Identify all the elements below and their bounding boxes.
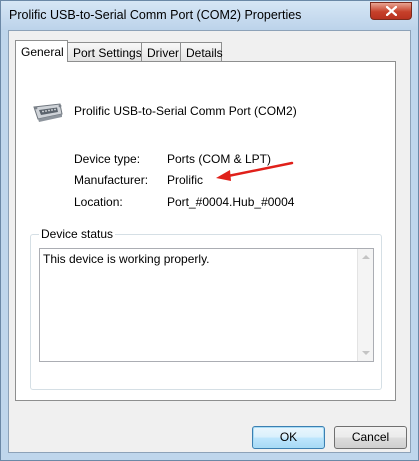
- device-type-label: Device type:: [74, 152, 141, 166]
- manufacturer-value: Prolific: [167, 173, 204, 187]
- tab-port-settings[interactable]: Port Settings: [67, 42, 142, 61]
- serial-port-icon: [33, 103, 63, 122]
- scroll-up-icon[interactable]: [362, 255, 370, 259]
- device-status-group: Device status This device is working pro…: [30, 227, 382, 390]
- device-status-label: Device status: [39, 227, 116, 241]
- ok-button[interactable]: OK: [252, 426, 325, 449]
- manufacturer-label: Manufacturer:: [74, 173, 149, 187]
- tab-details[interactable]: Details: [180, 42, 223, 61]
- tab-driver[interactable]: Driver: [141, 42, 181, 61]
- scroll-down-icon[interactable]: [362, 351, 370, 355]
- location-value: Port_#0004.Hub_#0004: [167, 195, 295, 209]
- red-arrow-icon: [216, 161, 294, 181]
- device-name: Prolific USB-to-Serial Comm Port (COM2): [74, 104, 297, 118]
- general-tab-panel: Prolific USB-to-Serial Comm Port (COM2) …: [15, 61, 396, 401]
- window-title: Prolific USB-to-Serial Comm Port (COM2) …: [9, 8, 302, 22]
- close-button[interactable]: [370, 2, 412, 20]
- tab-general[interactable]: General: [15, 40, 68, 62]
- device-status-text: This device is working properly.: [43, 252, 210, 266]
- dialog-client-area: General Port Settings Driver Details Pro…: [8, 30, 411, 453]
- cancel-button[interactable]: Cancel: [334, 426, 407, 449]
- title-bar[interactable]: Prolific USB-to-Serial Comm Port (COM2) …: [1, 1, 418, 30]
- location-label: Location:: [74, 195, 123, 209]
- close-icon: [386, 6, 397, 16]
- status-scrollbar[interactable]: [357, 249, 373, 361]
- properties-dialog: Prolific USB-to-Serial Comm Port (COM2) …: [0, 0, 419, 461]
- device-status-textbox[interactable]: This device is working properly.: [39, 248, 374, 362]
